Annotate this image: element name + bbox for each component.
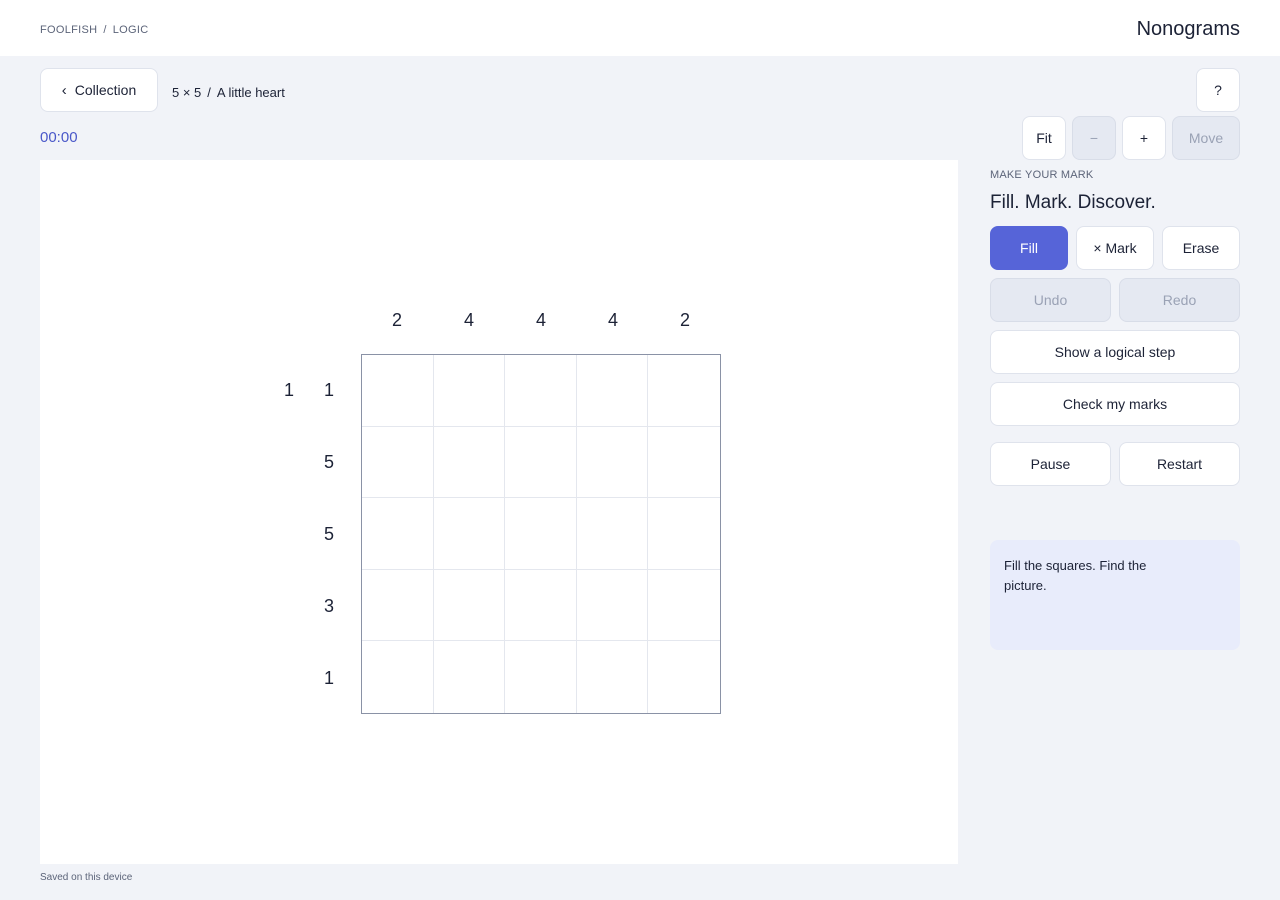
restart-button[interactable]: Restart: [1119, 442, 1240, 486]
grid-cell[interactable]: [648, 641, 720, 713]
column-clue: 2: [391, 310, 402, 330]
grid-cell[interactable]: [505, 641, 577, 713]
column-clue: 2: [679, 310, 690, 330]
row-clue: 5: [323, 452, 334, 472]
page-title: Nonograms: [1136, 18, 1240, 40]
grid-cell[interactable]: [576, 569, 649, 642]
grid-cell[interactable]: [576, 355, 649, 427]
puzzle-meta-separator: /: [207, 85, 211, 100]
grid-cell[interactable]: [433, 498, 506, 570]
move-button[interactable]: Move: [1172, 116, 1240, 160]
grid-cell[interactable]: [433, 355, 506, 427]
grid-cell[interactable]: [576, 426, 649, 499]
timer: 00:00: [40, 129, 78, 146]
grid-cell[interactable]: [362, 426, 434, 499]
hint-box: Fill the squares. Find the picture.: [990, 540, 1240, 650]
side-eyebrow: MAKE YOUR MARK: [990, 169, 1094, 181]
grid-cell[interactable]: [648, 569, 720, 642]
help-button[interactable]: ?: [1196, 68, 1240, 112]
fill-tool-button[interactable]: Fill: [990, 226, 1068, 270]
grid-cell[interactable]: [505, 355, 577, 427]
hint-text: Fill the squares. Find the picture.: [1004, 558, 1147, 593]
fit-button[interactable]: Fit: [1022, 116, 1066, 160]
row-clue: 1: [323, 380, 334, 400]
grid-cell[interactable]: [433, 641, 506, 713]
row-clue: 1: [283, 380, 294, 400]
column-clue: 4: [607, 310, 618, 330]
chevron-left-icon: ‹: [61, 81, 67, 99]
breadcrumb-logic[interactable]: LOGIC: [113, 24, 149, 36]
puzzle-grid[interactable]: [361, 354, 721, 714]
grid-cell[interactable]: [576, 641, 649, 713]
row-clue: 5: [323, 524, 334, 544]
undo-button[interactable]: Undo: [990, 278, 1111, 322]
grid-cell[interactable]: [648, 426, 720, 499]
top-bar: FOOLFISH / LOGIC Nonograms: [0, 0, 1280, 56]
board-panel: 2 4 4 4 2 1 1 5 5 3 1: [40, 160, 958, 864]
grid-cell[interactable]: [648, 355, 720, 427]
grid-cell[interactable]: [648, 498, 720, 570]
back-to-collection-button[interactable]: ‹ Collection: [40, 68, 158, 112]
back-label: Collection: [74, 82, 137, 98]
breadcrumb-foolfish[interactable]: FOOLFISH: [40, 24, 97, 36]
puzzle-meta: 5 × 5 / A little heart: [172, 85, 285, 100]
zoom-in-button[interactable]: +: [1122, 116, 1166, 160]
puzzle-name: A little heart: [216, 85, 285, 100]
grid-cell[interactable]: [505, 569, 577, 642]
grid-cell[interactable]: [433, 569, 506, 642]
redo-button[interactable]: Redo: [1119, 278, 1240, 322]
grid-cell[interactable]: [433, 426, 506, 499]
grid-cell[interactable]: [362, 641, 434, 713]
column-clue: 4: [535, 310, 546, 330]
column-clue: 4: [463, 310, 474, 330]
breadcrumb-separator: /: [103, 24, 107, 36]
check-marks-button[interactable]: Check my marks: [990, 382, 1240, 426]
puzzle-size: 5 × 5: [172, 85, 202, 100]
saved-status: Saved on this device: [40, 872, 133, 883]
side-title: Fill. Mark. Discover.: [990, 192, 1156, 213]
row-clue: 3: [323, 596, 334, 616]
zoom-out-button[interactable]: −: [1072, 116, 1116, 160]
row-clue: 1: [323, 668, 334, 688]
show-logical-step-button[interactable]: Show a logical step: [990, 330, 1240, 374]
grid-cell[interactable]: [505, 426, 577, 499]
mark-tool-button[interactable]: × Mark: [1076, 226, 1154, 270]
erase-tool-button[interactable]: Erase: [1162, 226, 1240, 270]
breadcrumb: FOOLFISH / LOGIC: [40, 24, 149, 36]
grid-cell[interactable]: [576, 498, 649, 570]
grid-cell[interactable]: [505, 498, 577, 570]
grid-cell[interactable]: [362, 569, 434, 642]
grid-cell[interactable]: [362, 498, 434, 570]
pause-button[interactable]: Pause: [990, 442, 1111, 486]
grid-cell[interactable]: [362, 355, 434, 427]
